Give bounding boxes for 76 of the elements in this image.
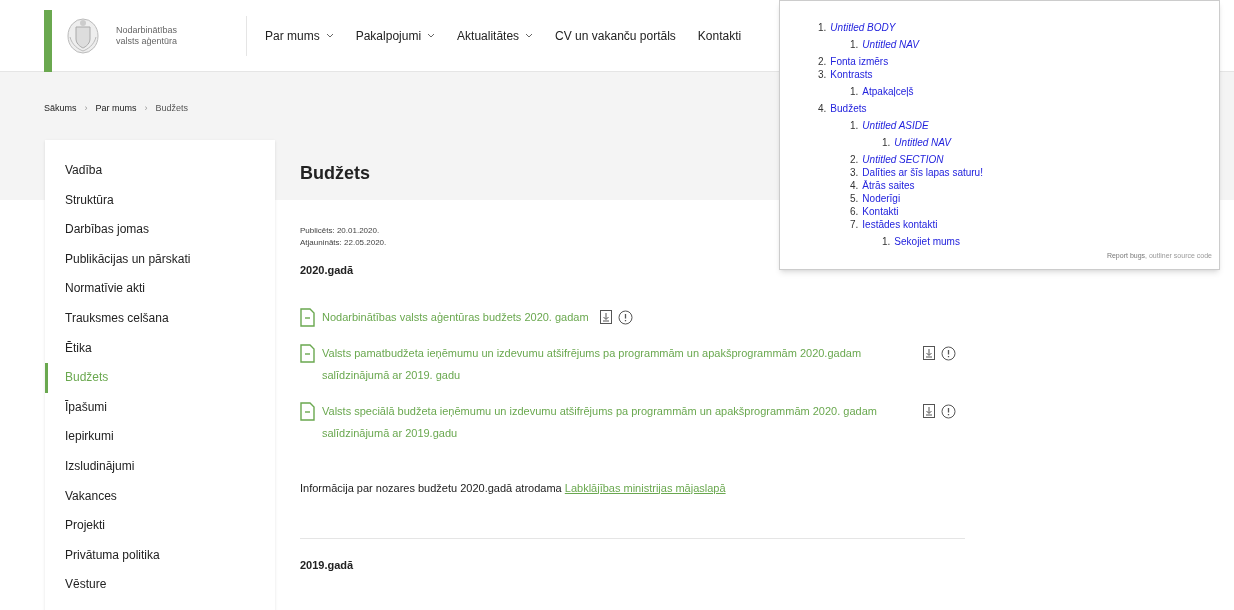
outline-number: 5. (850, 192, 859, 205)
breadcrumb-link[interactable]: Budžets (155, 102, 189, 116)
breadcrumb-link[interactable]: Par mums (95, 102, 137, 116)
outline-link[interactable]: Untitled NAV (894, 136, 952, 149)
info-icon[interactable] (941, 403, 956, 419)
outline-number: 1. (850, 38, 859, 51)
outline-number: 4. (850, 179, 859, 192)
published-date: Publicēts: 20.01.2020. (300, 225, 380, 237)
outline-link[interactable]: Kontakti (862, 205, 899, 218)
sidebar-item[interactable]: Vēsture (45, 570, 275, 600)
document-icon (300, 307, 315, 327)
outline-number: 3. (818, 68, 827, 81)
document-icon (300, 401, 315, 421)
logo-text: Nodarbinātības (116, 24, 178, 36)
accent-bar (44, 9, 52, 72)
outline-number: 2. (818, 55, 827, 68)
outline-link[interactable]: Sekojiet mums (894, 235, 960, 248)
sidebar-item[interactable]: Privātuma politika (45, 540, 275, 571)
outline-link[interactable]: Untitled ASIDE (862, 119, 929, 132)
outline-link[interactable]: Untitled SECTION (862, 153, 944, 166)
nav-link[interactable]: Pakalpojumi (355, 26, 436, 45)
outline-link[interactable]: Untitled NAV (862, 38, 920, 51)
outline-link[interactable]: Untitled BODY (830, 21, 896, 34)
sidebar-item[interactable]: Īpašumi (45, 392, 275, 423)
outline-link[interactable]: Budžets (830, 102, 867, 115)
coat-of-arms-logo (66, 16, 100, 55)
document-icon (300, 343, 315, 363)
chevron-down-icon (525, 33, 534, 38)
sidebar-item[interactable]: Vakances (45, 481, 275, 512)
outline-number: 1. (850, 85, 859, 98)
outline-number: 1. (882, 235, 891, 248)
nav-link[interactable]: Par mums (265, 26, 334, 45)
sidebar-item[interactable]: Iepirkumi (45, 422, 275, 452)
outline-number: 3. (850, 166, 859, 179)
nav-link[interactable]: Kontakti (697, 26, 742, 45)
sidebar-item[interactable]: Ētika (45, 333, 275, 364)
outline-number: 1. (882, 136, 891, 149)
outline-link[interactable]: Noderīgi (862, 192, 901, 205)
sidebar-item[interactable]: Vadība (45, 156, 275, 186)
sidebar-item[interactable]: Projekti (45, 511, 275, 541)
info-icon[interactable] (617, 309, 633, 325)
year-heading: 2019.gadā (300, 558, 355, 573)
chevron-down-icon (325, 33, 334, 38)
outline-link[interactable]: Atpakaļceļš (862, 85, 914, 98)
outline-link[interactable]: Fonta izmērs (830, 55, 889, 68)
sidebar-item[interactable]: Publikācijas un pārskati (45, 244, 275, 275)
sidebar-item[interactable]: Normatīvie akti (45, 274, 275, 304)
outline-number: 1. (818, 21, 827, 34)
sidebar-item[interactable]: Darbības jomas (45, 215, 275, 245)
logo-text: valsts aģentūra (116, 35, 178, 47)
outline-number: 1. (850, 119, 859, 132)
sidebar-item[interactable]: Trauksmes celšana (45, 303, 275, 334)
file-download-icon[interactable] (923, 404, 935, 418)
outline-link[interactable]: Dalīties ar šīs lapas saturu! (862, 166, 983, 179)
info-icon[interactable] (941, 345, 956, 361)
sidebar-item[interactable]: Struktūra (45, 185, 275, 216)
file-download-icon[interactable] (599, 310, 612, 324)
outline-link[interactable]: Iestādes kontakti (862, 218, 938, 231)
updated-date: Atjaunināts: 22.05.2020. (300, 237, 387, 249)
outline-number: 4. (818, 102, 827, 115)
nav-link[interactable]: Aktualitātes (457, 26, 534, 45)
info-paragraph: Informācija par nozares budžetu 2020.gadā atrodama Labklājības ministrijas mājaslapā (300, 480, 727, 496)
page-title: Budžets (300, 162, 370, 185)
nav-link[interactable]: CV un vakanču portāls (555, 26, 676, 45)
year-heading: 2020.gadā (300, 263, 355, 278)
sidebar-item[interactable]: Izsludinājumi (45, 451, 275, 482)
outline-link[interactable]: Kontrasts (830, 68, 873, 81)
outline-number: 6. (850, 205, 859, 218)
outline-number: 2. (850, 153, 859, 166)
breadcrumb-separator: › (84, 102, 88, 115)
file-download-icon[interactable] (923, 346, 935, 360)
chevron-down-icon (427, 33, 436, 38)
breadcrumb-separator: › (144, 102, 148, 115)
outline-link[interactable]: Ātrās saites (862, 179, 915, 192)
outline-number: 7. (850, 218, 859, 231)
breadcrumb-link[interactable]: Sākums (44, 102, 77, 116)
